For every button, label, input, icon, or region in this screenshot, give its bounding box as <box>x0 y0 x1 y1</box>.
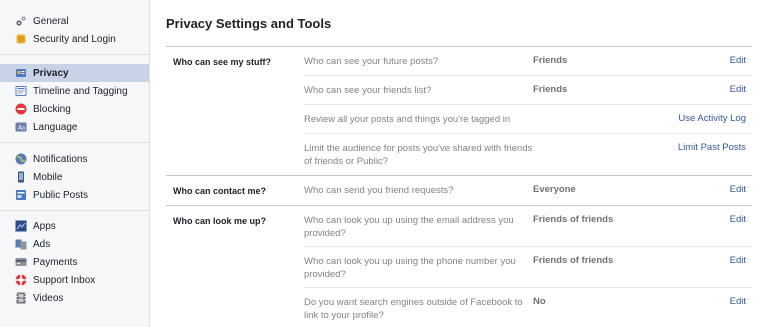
page-title: Privacy Settings and Tools <box>166 16 332 31</box>
sidebar-item-timeline[interactable]: Timeline and Tagging <box>0 82 149 100</box>
settings-sidebar: General Security and Login Privacy Timel… <box>0 0 149 327</box>
settings-row: Review all your posts and things you're … <box>304 105 752 134</box>
sidebar-item-label: Blocking <box>33 103 71 115</box>
settings-row: Who can see your friends list? Friends E… <box>304 76 752 105</box>
edit-link[interactable]: Edit <box>643 47 752 75</box>
sidebar-item-label: Security and Login <box>33 33 116 45</box>
edit-link[interactable]: Edit <box>643 288 752 327</box>
sidebar-item-label: Ads <box>33 238 51 250</box>
setting-question: Who can see your friends list? <box>304 85 432 96</box>
settings-row: Who can look you up using the email addr… <box>304 206 752 247</box>
sidebar-item-label: Support Inbox <box>33 274 96 286</box>
sidebar-item-label: Privacy <box>33 67 69 79</box>
setting-question: Review all your posts and things you're … <box>304 114 511 125</box>
setting-value: No <box>533 296 546 307</box>
main-content: Privacy Settings and Tools Who can see m… <box>149 0 768 327</box>
sidebar-item-privacy[interactable]: Privacy <box>0 64 149 82</box>
settings-row: Do you want search engines outside of Fa… <box>304 288 752 327</box>
sidebar-item-label: Payments <box>33 256 78 268</box>
setting-question: Do you want search engines outside of Fa… <box>304 297 523 321</box>
sidebar-item-label: Timeline and Tagging <box>33 85 128 97</box>
sidebar-group-apps: Apps Ads Payments Support Inbox Videos <box>0 211 149 313</box>
section-contact-me: Who can contact me? Who can send you fri… <box>166 176 752 206</box>
lock-icon <box>15 67 27 79</box>
sidebar-item-public-posts[interactable]: Public Posts <box>0 186 149 204</box>
gear-icon <box>15 15 27 27</box>
setting-question: Who can send you friend requests? <box>304 185 454 196</box>
sidebar-item-apps[interactable]: Apps <box>0 217 149 235</box>
sidebar-item-label: Apps <box>33 220 56 232</box>
sidebar-item-support-inbox[interactable]: Support Inbox <box>0 271 149 289</box>
apps-icon <box>15 220 27 232</box>
sidebar-item-label: General <box>33 15 69 27</box>
limit-past-posts-link[interactable]: Limit Past Posts <box>643 134 752 175</box>
setting-value <box>533 134 643 175</box>
setting-value: Friends <box>533 55 568 66</box>
privacy-settings-table: Who can see my stuff? Who can see your f… <box>166 46 752 327</box>
use-activity-log-link[interactable]: Use Activity Log <box>643 105 752 133</box>
settings-row: Limit the audience for posts you've shar… <box>304 134 752 175</box>
sidebar-item-label: Public Posts <box>33 189 89 201</box>
sidebar-item-blocking[interactable]: Blocking <box>0 100 149 118</box>
sidebar-item-mobile[interactable]: Mobile <box>0 168 149 186</box>
setting-question: Limit the audience for posts you've shar… <box>304 143 533 167</box>
edit-link[interactable]: Edit <box>643 176 752 205</box>
timeline-icon <box>15 85 27 97</box>
language-icon: Aa <box>15 121 27 133</box>
film-icon <box>15 292 27 304</box>
sidebar-item-label: Videos <box>33 292 64 304</box>
sidebar-item-ads[interactable]: Ads <box>0 235 149 253</box>
sidebar-group-account: General Security and Login <box>0 0 149 55</box>
globe-icon <box>15 153 27 165</box>
sidebar-item-label: Notifications <box>33 153 88 165</box>
section-rows: Who can look you up using the email addr… <box>304 206 752 327</box>
sidebar-group-privacy: Privacy Timeline and Tagging Blocking Aa… <box>0 55 149 143</box>
section-look-me-up: Who can look me up? Who can look you up … <box>166 206 752 327</box>
section-label: Who can see my stuff? <box>173 57 272 67</box>
setting-value: Friends of friends <box>533 255 614 266</box>
sidebar-item-payments[interactable]: Payments <box>0 253 149 271</box>
settings-row: Who can send you friend requests? Everyo… <box>304 176 752 205</box>
ads-icon <box>15 238 27 250</box>
setting-question: Who can look you up using the phone numb… <box>304 256 516 280</box>
sidebar-item-label: Mobile <box>33 171 63 183</box>
shield-icon <box>15 33 27 45</box>
section-see-my-stuff: Who can see my stuff? Who can see your f… <box>166 47 752 176</box>
settings-row: Who can look you up using the phone numb… <box>304 247 752 288</box>
edit-link[interactable]: Edit <box>643 206 752 246</box>
edit-link[interactable]: Edit <box>643 247 752 287</box>
lifebuoy-icon <box>15 274 27 286</box>
sidebar-group-notifications: Notifications Mobile Public Posts <box>0 143 149 211</box>
sidebar-item-general[interactable]: General <box>0 12 149 30</box>
setting-value <box>533 105 643 133</box>
setting-question: Who can see your future posts? <box>304 56 439 67</box>
section-rows: Who can send you friend requests? Everyo… <box>304 176 752 205</box>
sidebar-item-language[interactable]: Aa Language <box>0 118 149 136</box>
setting-value: Friends <box>533 84 568 95</box>
setting-value: Everyone <box>533 184 576 195</box>
card-icon <box>15 256 27 268</box>
section-rows: Who can see your future posts? Friends E… <box>304 47 752 175</box>
svg-text:a: a <box>22 126 25 132</box>
section-label: Who can contact me? <box>173 186 267 196</box>
setting-question: Who can look you up using the email addr… <box>304 215 514 239</box>
sidebar-item-notifications[interactable]: Notifications <box>0 150 149 168</box>
edit-link[interactable]: Edit <box>643 76 752 104</box>
mobile-icon <box>15 171 27 183</box>
sidebar-item-security[interactable]: Security and Login <box>0 30 149 48</box>
block-icon <box>15 103 27 115</box>
sidebar-item-label: Language <box>33 121 78 133</box>
feed-icon <box>15 189 27 201</box>
sidebar-item-videos[interactable]: Videos <box>0 289 149 307</box>
section-label: Who can look me up? <box>173 216 267 226</box>
settings-row: Who can see your future posts? Friends E… <box>304 47 752 76</box>
setting-value: Friends of friends <box>533 214 614 225</box>
